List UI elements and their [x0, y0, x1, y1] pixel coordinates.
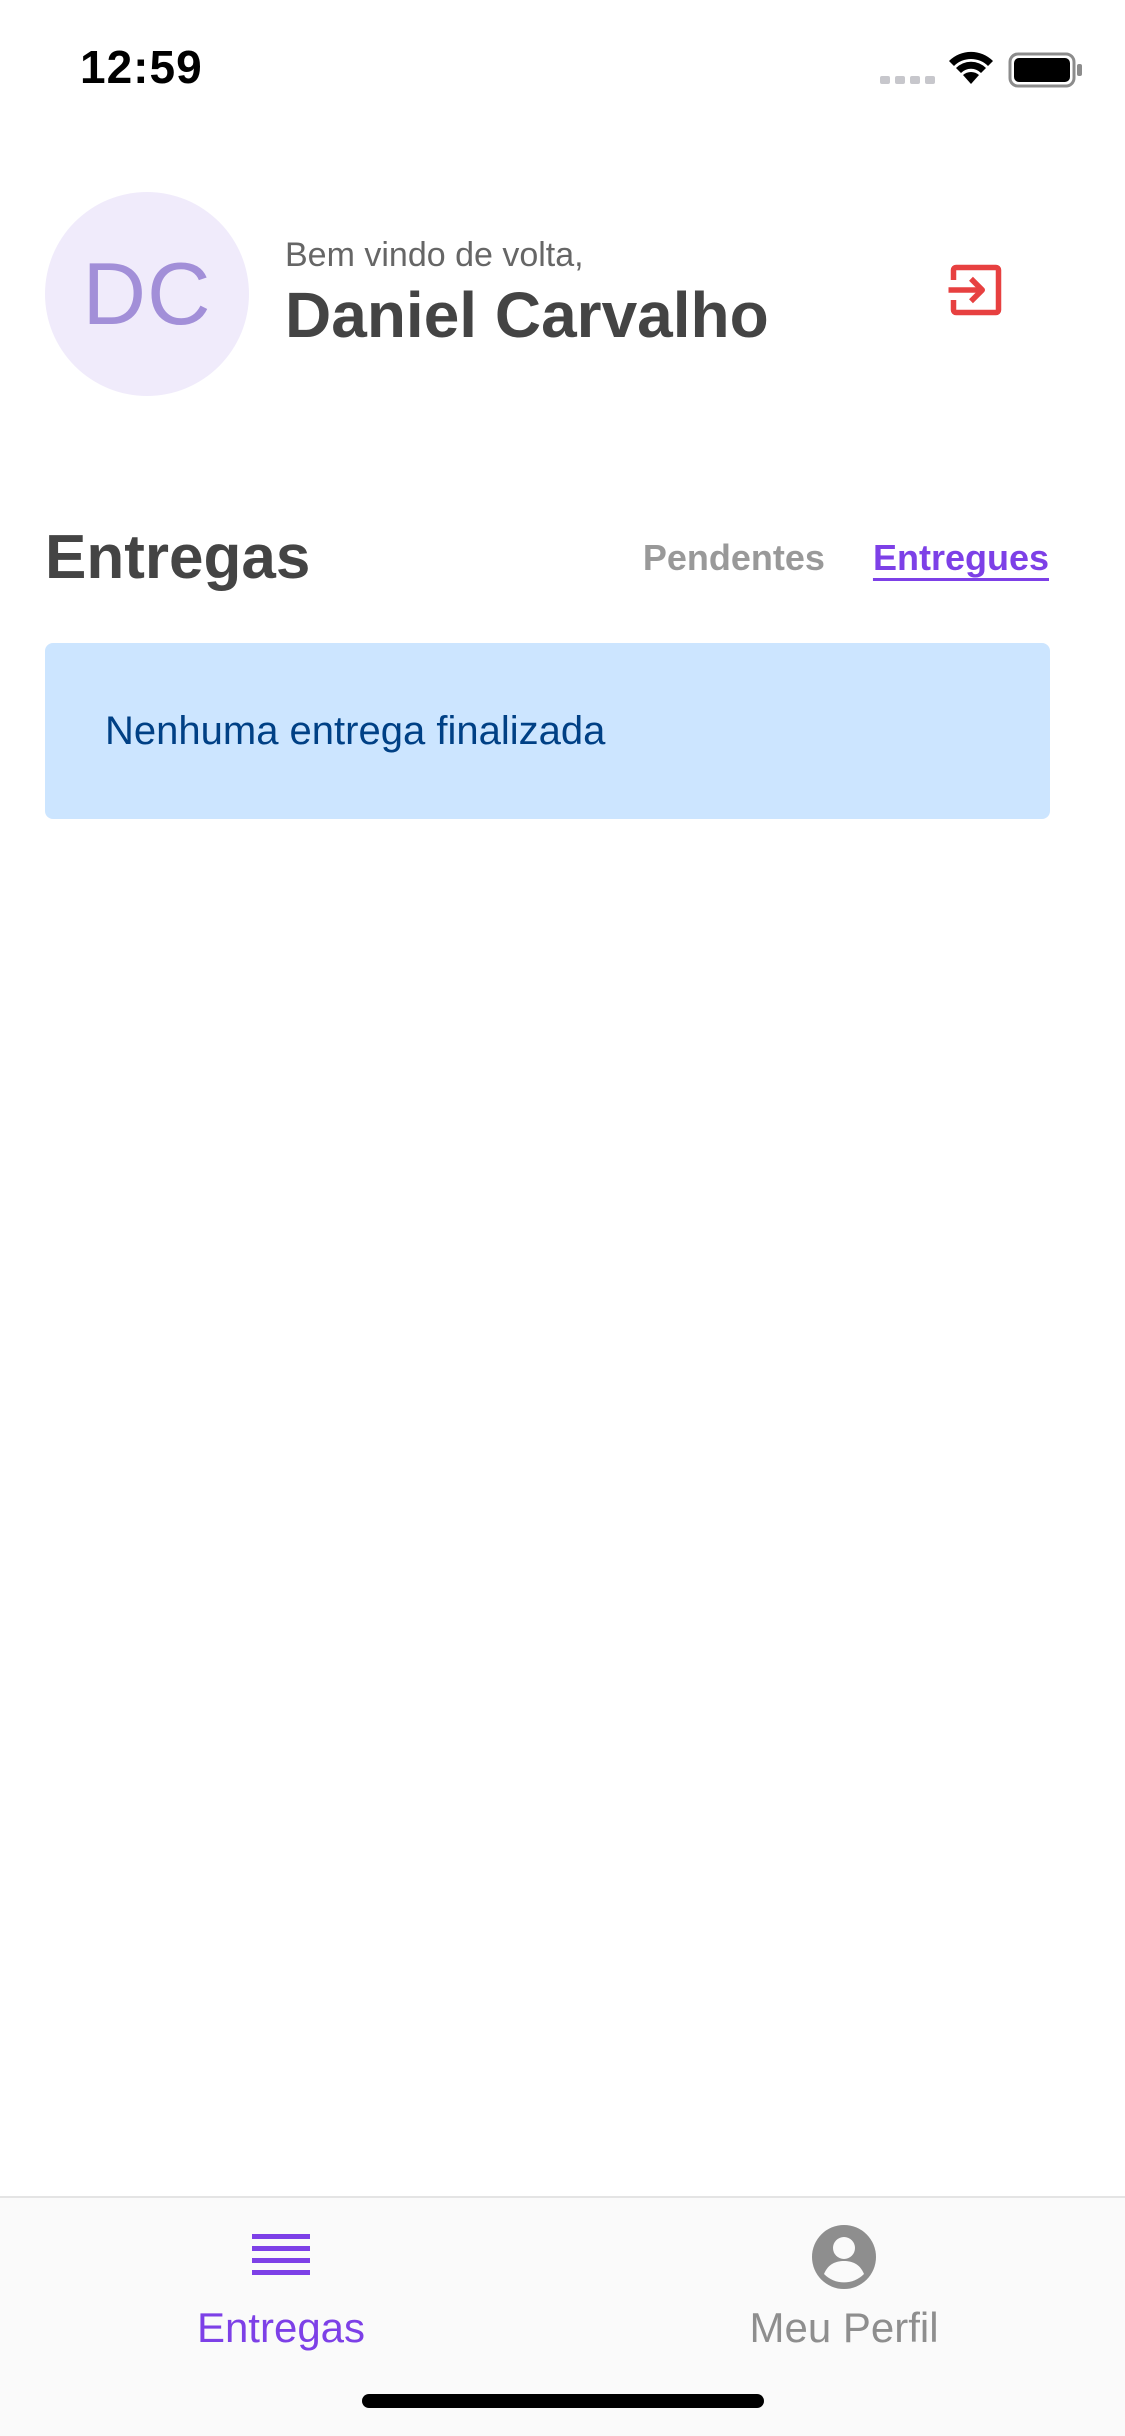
logout-icon [948, 264, 1002, 316]
welcome-text: Bem vindo de volta, [285, 236, 584, 274]
tab-bar-label-entregas: Entregas [196, 2304, 366, 2351]
delivery-filter-tabs: Pendentes Entregues [643, 537, 1049, 583]
account-circle-icon [812, 2225, 876, 2289]
tab-pending[interactable]: Pendentes [643, 537, 825, 583]
wifi-icon [949, 51, 993, 84]
user-name: Daniel Carvalho [285, 279, 769, 351]
cellular-signal-icon [880, 76, 935, 84]
home-indicator [362, 2394, 764, 2408]
logout-button[interactable] [944, 258, 1008, 322]
tab-bar-item-meu-perfil[interactable]: Meu Perfil [563, 2198, 1125, 2368]
status-time: 12:59 [80, 41, 203, 93]
avatar-initials: DC [82, 244, 212, 343]
empty-state-message: Nenhuma entrega finalizada [105, 708, 606, 753]
status-bar: 12:59 [0, 0, 1125, 132]
tab-delivered[interactable]: Entregues [873, 537, 1049, 583]
battery-icon [1008, 52, 1082, 88]
empty-state-alert: Nenhuma entrega finalizada [45, 643, 1050, 819]
screen: 12:59 DC Bem vindo de volta, Daniel Carv… [0, 0, 1125, 2436]
avatar: DC [45, 192, 249, 396]
deliveries-title: Entregas [45, 523, 311, 592]
tab-bar-label-meu-perfil: Meu Perfil [749, 2304, 939, 2351]
list-icon [252, 2234, 310, 2275]
tab-bar-item-entregas[interactable]: Entregas [0, 2198, 562, 2368]
